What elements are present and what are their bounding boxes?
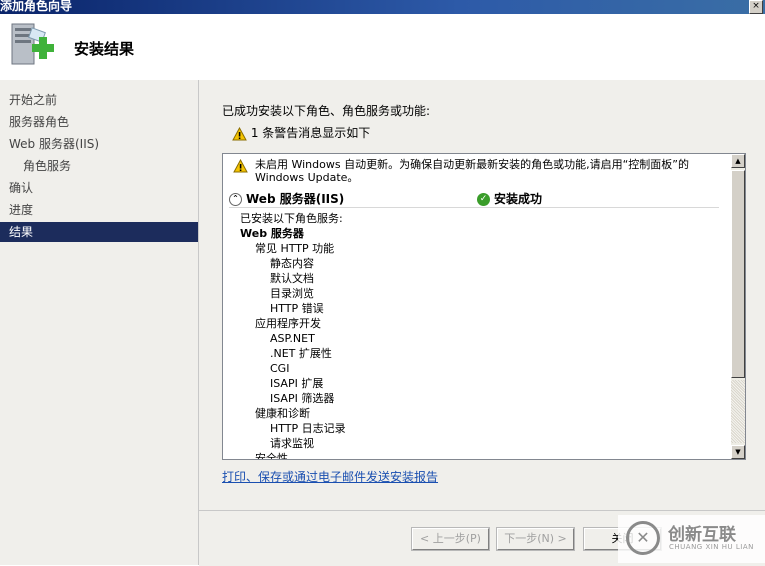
wizard-sidebar: 开始之前 服务器角色 Web 服务器(IIS) 角色服务 确认 进度 结果 [0, 80, 199, 565]
details-line: 常见 HTTP 功能 [255, 242, 335, 255]
scroll-down-button[interactable]: ▼ [731, 445, 745, 459]
window-close-button[interactable]: × [749, 0, 763, 14]
warning-icon [232, 126, 247, 140]
sidebar-item-role-services[interactable]: 角色服务 [0, 156, 198, 176]
results-content: 未启用 Windows 自动更新。为确保自动更新最新安装的角色或功能,请启用“控… [223, 154, 731, 459]
watermark: ✕ 创新互联 CHUANG XIN HU LIAN [618, 515, 765, 563]
collapse-icon[interactable]: ⌃ [229, 193, 242, 206]
report-link[interactable]: 打印、保存或通过电子邮件发送安装报告 [222, 468, 438, 485]
sidebar-item-confirmation[interactable]: 确认 [0, 178, 198, 198]
scroll-up-button[interactable]: ▲ [731, 154, 745, 168]
details-line: 安全性 [255, 452, 288, 459]
sidebar-item-before-you-begin[interactable]: 开始之前 [0, 90, 198, 110]
next-button[interactable]: 下一步(N) > [496, 527, 575, 551]
wizard-header: 安装结果 [0, 14, 765, 81]
page-title: 安装结果 [74, 40, 135, 58]
title-bar: 添加角色向导 × [0, 0, 765, 14]
update-warning-text: 未启用 Windows 自动更新。为确保自动更新最新安装的角色或功能,请启用“控… [255, 158, 689, 184]
details-line: ASP.NET [270, 332, 315, 345]
watermark-name: 创新互联 [668, 525, 736, 545]
details-line: 目录浏览 [270, 287, 314, 300]
install-result: ✓ 安装成功 [477, 190, 542, 207]
role-heading: ⌃ Web 服务器(IIS) [229, 190, 344, 207]
details-line: .NET 扩展性 [270, 347, 332, 360]
details-line: HTTP 日志记录 [270, 422, 346, 435]
details-line: 已安装以下角色服务: [240, 212, 343, 225]
scroll-track[interactable] [731, 380, 745, 443]
role-name: Web 服务器(IIS) [246, 192, 345, 206]
details-line: 请求监视 [270, 437, 314, 450]
details-line: ISAPI 扩展 [270, 377, 324, 390]
watermark-subtitle: CHUANG XIN HU LIAN [669, 543, 754, 551]
details-line: 应用程序开发 [255, 317, 321, 330]
vertical-scrollbar[interactable]: ▲ ▼ [731, 154, 745, 459]
sidebar-item-web-server[interactable]: Web 服务器(IIS) [0, 134, 198, 154]
window-title: 添加角色向导 [0, 0, 73, 13]
server-add-icon [11, 23, 54, 65]
warning-icon [233, 159, 248, 173]
details-line: 健康和诊断 [255, 407, 310, 420]
warning-summary: 1 条警告消息显示如下 [232, 124, 370, 141]
success-icon: ✓ [477, 193, 490, 206]
details-line: ISAPI 筛选器 [270, 392, 335, 405]
previous-button[interactable]: < 上一步(P) [411, 527, 490, 551]
sidebar-item-progress[interactable]: 进度 [0, 200, 198, 220]
details-line: Web 服务器 [240, 227, 304, 240]
brand-logo-icon: ✕ [626, 521, 660, 555]
result-status: 安装成功 [494, 192, 543, 206]
warning-summary-text: 1 条警告消息显示如下 [250, 126, 371, 140]
details-line: 默认文档 [270, 272, 314, 285]
sidebar-item-results[interactable]: 结果 [0, 222, 198, 242]
sidebar-item-server-roles[interactable]: 服务器角色 [0, 112, 198, 132]
intro-text: 已成功安装以下角色、角色服务或功能: [222, 104, 431, 118]
results-panel[interactable]: 未启用 Windows 自动更新。为确保自动更新最新安装的角色或功能,请启用“控… [222, 153, 746, 460]
divider [229, 207, 719, 208]
scroll-thumb[interactable] [731, 170, 745, 378]
main-content: 已成功安装以下角色、角色服务或功能: 1 条警告消息显示如下 未启用 Windo… [199, 80, 765, 510]
details-line: HTTP 错误 [270, 302, 324, 315]
details-line: 静态内容 [270, 257, 314, 270]
details-line: CGI [270, 362, 290, 375]
